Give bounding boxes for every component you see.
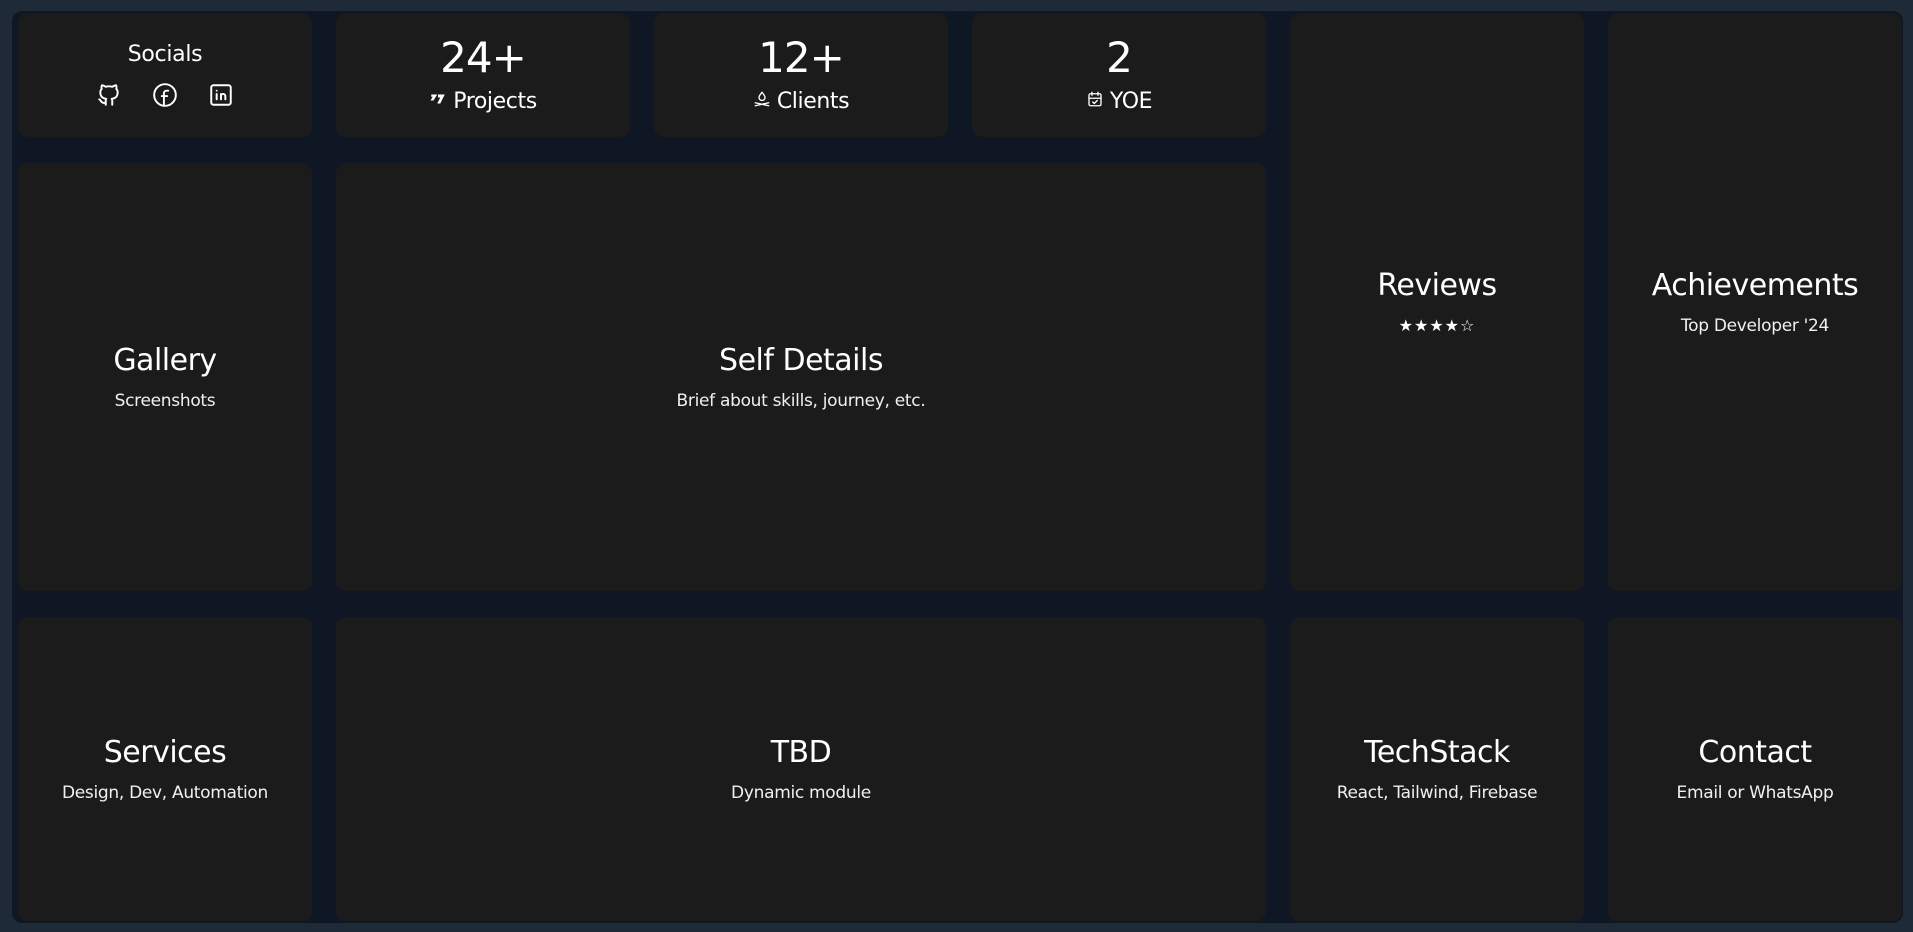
contact-subtitle: Email or WhatsApp (1676, 782, 1834, 803)
bento-grid: Socials 24+ Projects 12+ Clients 2 YOE R… (12, 11, 1903, 923)
clients-count: 12+ (758, 32, 845, 82)
linkedin-icon[interactable] (207, 81, 235, 109)
projects-icon (429, 89, 447, 114)
services-subtitle: Design, Dev, Automation (61, 782, 269, 803)
yoe-stat-card: 2 YOE (972, 13, 1266, 137)
services-title: Services (103, 734, 227, 770)
gallery-card[interactable]: Gallery Screenshots (18, 163, 312, 591)
achievements-title: Achievements (1651, 267, 1859, 303)
clients-stat-card: 12+ Clients (654, 13, 948, 137)
self-details-card[interactable]: Self Details Brief about skills, journey… (336, 163, 1266, 591)
tbd-card[interactable]: TBD Dynamic module (336, 617, 1266, 921)
yoe-label-row: YOE (1086, 88, 1153, 114)
socials-title: Socials (127, 41, 203, 67)
self-details-title: Self Details (719, 342, 883, 378)
socials-card: Socials (18, 13, 312, 137)
yoe-label: YOE (1109, 88, 1153, 114)
facebook-icon[interactable] (151, 81, 179, 109)
techstack-title: TechStack (1364, 734, 1510, 770)
contact-title: Contact (1698, 734, 1812, 770)
yoe-count: 2 (1106, 32, 1133, 82)
achievements-subtitle: Top Developer '24 (1680, 315, 1830, 336)
github-icon[interactable] (95, 81, 123, 109)
services-card[interactable]: Services Design, Dev, Automation (18, 617, 312, 921)
calendar-check-icon (1086, 89, 1104, 114)
self-details-subtitle: Brief about skills, journey, etc. (676, 390, 926, 411)
reviews-title: Reviews (1377, 268, 1497, 303)
techstack-subtitle: React, Tailwind, Firebase (1336, 782, 1538, 803)
projects-count: 24+ (440, 32, 527, 82)
projects-stat-card: 24+ Projects (336, 13, 630, 137)
techstack-card[interactable]: TechStack React, Tailwind, Firebase (1290, 617, 1584, 921)
clients-label: Clients (776, 88, 850, 114)
reviews-card[interactable]: Reviews ★★★★☆ (1290, 13, 1584, 591)
gallery-subtitle: Screenshots (114, 390, 216, 411)
social-links (95, 81, 235, 109)
tbd-subtitle: Dynamic module (731, 782, 871, 803)
clients-icon (753, 89, 771, 114)
tbd-title: TBD (770, 734, 832, 770)
contact-card[interactable]: Contact Email or WhatsApp (1608, 617, 1902, 921)
projects-label-row: Projects (429, 89, 537, 114)
gallery-title: Gallery (113, 342, 217, 378)
clients-label-row: Clients (753, 88, 850, 114)
reviews-stars: ★★★★☆ (1398, 316, 1476, 335)
projects-label: Projects (453, 88, 537, 114)
achievements-card[interactable]: Achievements Top Developer '24 (1608, 13, 1902, 591)
